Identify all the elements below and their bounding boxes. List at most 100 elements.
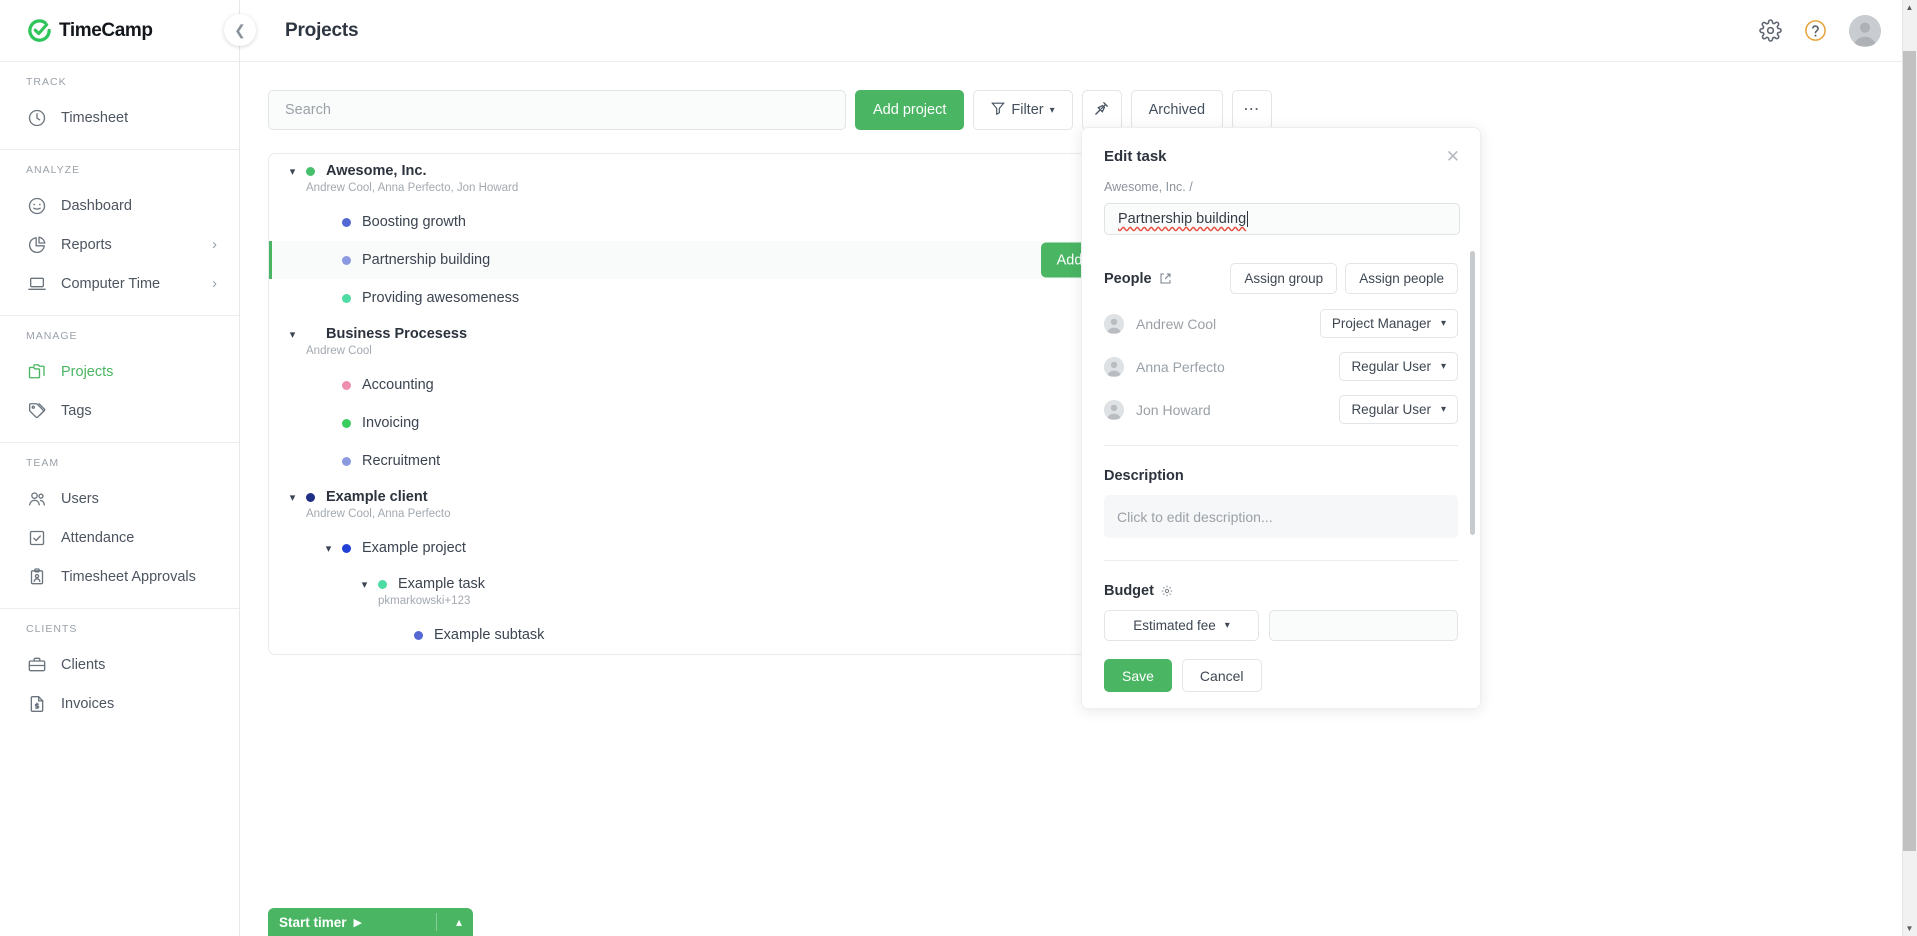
person-role-select[interactable]: Regular User ▾ xyxy=(1339,352,1458,381)
assign-people-button[interactable]: Assign people xyxy=(1345,263,1458,294)
person-row: Andrew Cool Project Manager ▾ xyxy=(1104,302,1458,345)
sidebar-item-tags[interactable]: Tags xyxy=(0,391,239,430)
avatar[interactable] xyxy=(1849,14,1881,47)
chevron-left-icon: ❮ xyxy=(234,21,246,38)
sidebar-item-label: Reports xyxy=(61,236,112,253)
panel-scrollbar[interactable] xyxy=(1470,251,1475,535)
text-caret xyxy=(1247,211,1249,227)
sidebar-item-projects[interactable]: Projects xyxy=(0,352,239,391)
description-section: Description Click to edit description... xyxy=(1104,446,1458,538)
checkbox-icon xyxy=(26,527,47,548)
question-circle-icon[interactable] xyxy=(1804,19,1827,42)
sidebar-item-reports[interactable]: Reports › xyxy=(0,225,239,264)
page-scroll-thumb[interactable] xyxy=(1903,51,1916,851)
sidebar-collapse-button[interactable]: ❮ xyxy=(224,14,256,46)
tree-row-label: Boosting growth xyxy=(362,214,466,230)
clock-icon xyxy=(26,107,47,128)
people-label: People xyxy=(1104,270,1152,287)
assign-group-button[interactable]: Assign group xyxy=(1230,263,1338,294)
row-subtitle: Andrew Cool xyxy=(306,345,372,357)
person-role-select[interactable]: Project Manager ▾ xyxy=(1319,309,1458,338)
color-dot xyxy=(342,380,351,390)
logo[interactable]: TimeCamp xyxy=(0,0,239,62)
row-subtitle: pkmarkowski+123 xyxy=(378,595,471,607)
color-dot xyxy=(306,330,315,339)
sidebar-item-attendance[interactable]: Attendance xyxy=(0,518,239,557)
filter-button[interactable]: Filter ▾ xyxy=(973,90,1073,130)
gear-icon[interactable] xyxy=(1759,19,1782,42)
page-title: Projects xyxy=(285,19,359,41)
gear-icon[interactable] xyxy=(1161,585,1173,597)
chevron-down-icon[interactable]: ▾ xyxy=(285,164,300,179)
sidebar-item-label: Timesheet xyxy=(61,109,129,126)
search-input[interactable] xyxy=(268,90,846,130)
tree-row-main: Accounting xyxy=(321,377,434,393)
color-dot xyxy=(342,217,351,227)
top-header: Projects xyxy=(240,0,1917,62)
sidebar-item-clients[interactable]: Clients xyxy=(0,645,239,684)
logo-text: TimeCamp xyxy=(59,19,153,41)
sidebar-item-computer-time[interactable]: Computer Time › xyxy=(0,264,239,303)
external-link-icon[interactable] xyxy=(1159,272,1172,285)
tree-row-label: Example task xyxy=(398,576,486,592)
pin-icon xyxy=(1094,101,1109,120)
chevron-down-icon: ▾ xyxy=(1440,404,1446,415)
archived-button[interactable]: Archived xyxy=(1130,90,1224,130)
sidebar-section: ANALYZE Dashboard Reports › Computer Time › xyxy=(0,150,239,316)
edit-task-header: Edit task ✕ Awesome, Inc. / Partnership … xyxy=(1082,128,1480,235)
budget-type-select[interactable]: Estimated fee ▾ xyxy=(1104,610,1259,641)
chevron-down-icon[interactable]: ▾ xyxy=(357,577,372,592)
folders-icon xyxy=(26,361,47,382)
person-role-select[interactable]: Regular User ▾ xyxy=(1339,395,1458,424)
tree-row-label: Example subtask xyxy=(434,627,545,643)
sidebar-section-heading: MANAGE xyxy=(26,330,78,342)
main-content: Add project Filter ▾ Archived ⋯ ▾Awesom xyxy=(240,62,1903,936)
start-timer-bar[interactable]: Start timer ▶ ▴ xyxy=(268,908,473,936)
avatar xyxy=(1104,313,1124,334)
chevron-down-icon[interactable]: ▾ xyxy=(285,490,300,505)
sidebar-item-label: Attendance xyxy=(61,529,135,546)
page-scrollbar[interactable]: ▲ ▼ xyxy=(1902,0,1917,936)
chevron-down-icon[interactable]: ▾ xyxy=(321,541,336,556)
budget-type-value: Estimated fee xyxy=(1133,618,1216,633)
filter-funnel-icon xyxy=(991,101,1006,119)
task-name-input[interactable]: Partnership building xyxy=(1104,203,1460,235)
tree-row-main: Boosting growth xyxy=(321,214,466,230)
chevron-down-icon[interactable]: ▾ xyxy=(285,327,300,342)
pin-button[interactable] xyxy=(1081,90,1122,130)
close-icon[interactable]: ✕ xyxy=(1446,148,1460,165)
cancel-button[interactable]: Cancel xyxy=(1181,659,1262,692)
scroll-down-arrow[interactable]: ▼ xyxy=(1903,921,1916,936)
scroll-up-arrow[interactable]: ▲ xyxy=(1903,0,1916,15)
sidebar-item-dashboard[interactable]: Dashboard xyxy=(0,186,239,225)
chevron-right-icon: › xyxy=(212,275,217,292)
description-placeholder: Click to edit description... xyxy=(1117,508,1273,525)
add-project-button[interactable]: Add project xyxy=(855,90,965,130)
save-button[interactable]: Save xyxy=(1104,659,1172,692)
person-role-value: Project Manager xyxy=(1331,316,1431,331)
sidebar-section-heading: CLIENTS xyxy=(26,623,78,635)
more-options-button[interactable]: ⋯ xyxy=(1232,90,1273,130)
invoice-document-icon xyxy=(26,693,47,714)
budget-amount-input[interactable] xyxy=(1269,610,1458,641)
people-list: Andrew Cool Project Manager ▾ Anna Perfecto… xyxy=(1104,302,1458,431)
sidebar-item-timesheet-approvals[interactable]: Timesheet Approvals xyxy=(0,557,239,596)
sidebar-item-invoices[interactable]: Invoices xyxy=(0,684,239,723)
tree-row-label: Business Procesess xyxy=(326,326,468,342)
cancel-label: Cancel xyxy=(1199,667,1244,684)
sidebar-item-label: Dashboard xyxy=(61,197,132,214)
divider xyxy=(436,913,437,931)
sidebar-item-label: Timesheet Approvals xyxy=(61,568,196,585)
color-dot xyxy=(342,456,351,466)
tree-row-main: ▾ Example client xyxy=(285,489,450,505)
sidebar-section: CLIENTS Clients Invoices xyxy=(0,609,239,735)
description-input[interactable]: Click to edit description... xyxy=(1104,495,1458,538)
chevron-up-icon[interactable]: ▴ xyxy=(456,915,462,929)
start-timer-label: Start timer xyxy=(279,914,347,930)
avatar xyxy=(1104,399,1124,420)
sidebar-item-users[interactable]: Users xyxy=(0,479,239,518)
sidebar-section: TEAM Users Attendance Timesheet Approvals xyxy=(0,443,239,609)
sidebar-item-timesheet[interactable]: Timesheet xyxy=(0,98,239,137)
tree-row-label: Invoicing xyxy=(362,415,420,431)
tree-row-label: Providing awesomeness xyxy=(362,290,520,306)
